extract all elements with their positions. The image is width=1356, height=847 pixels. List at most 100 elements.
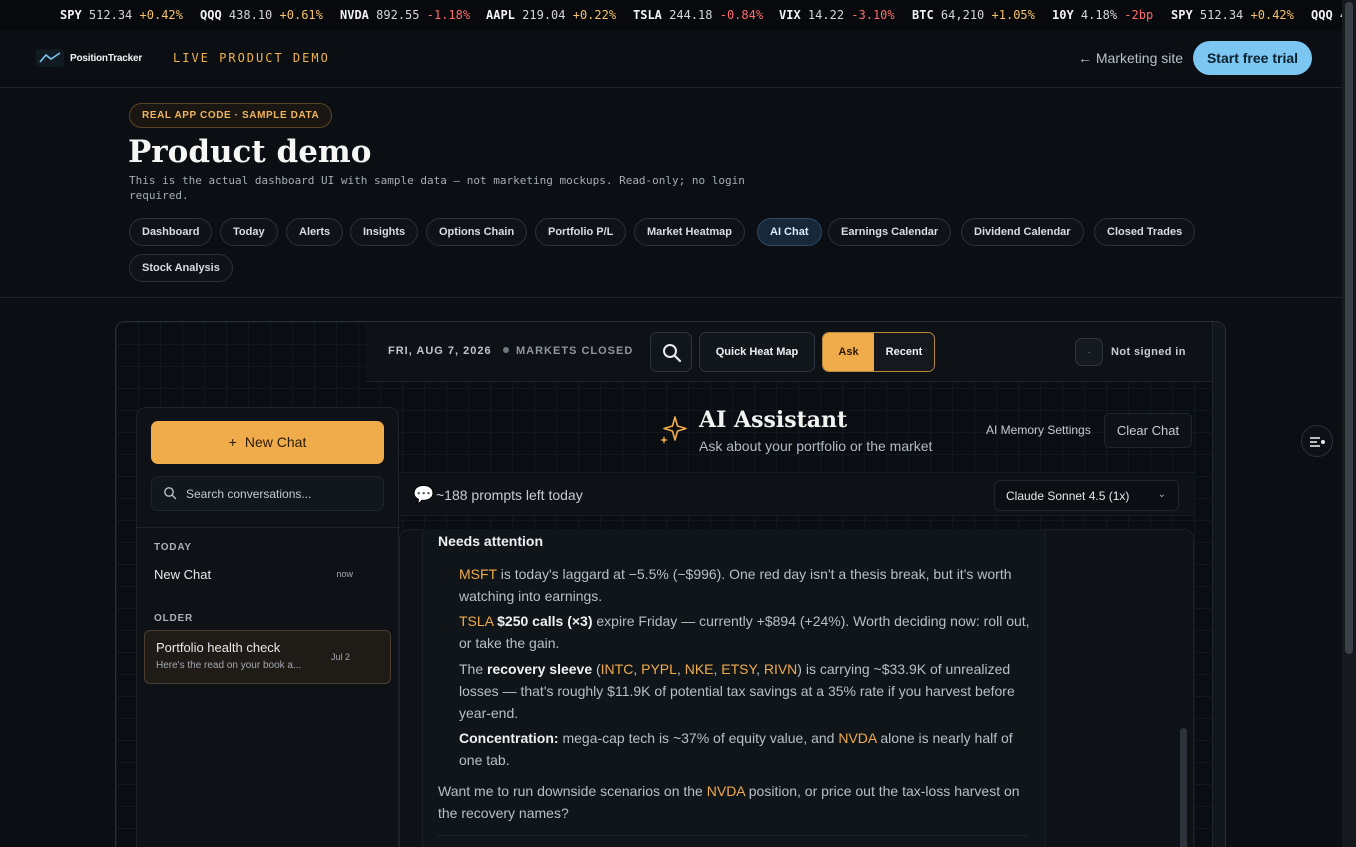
- ask-toggle[interactable]: Ask: [823, 333, 874, 371]
- marketing-site-link[interactable]: ← Marketing site: [1078, 50, 1183, 66]
- search-icon: [164, 487, 177, 500]
- tab-today[interactable]: Today: [220, 218, 278, 246]
- bullet-text: is today's laggard at −5.5% (−$996). One…: [459, 566, 1012, 604]
- ticker-price: 438.10: [228, 8, 273, 22]
- ticker-price: 219.04: [522, 8, 566, 22]
- ticker-price: 14.22: [807, 8, 845, 22]
- ticker-item: SPY 512.34 +0.42%: [60, 0, 183, 30]
- ticker-change: +1.05%: [991, 8, 1035, 22]
- conversation-group-header: TODAY: [154, 542, 192, 553]
- bullet-emphasis: $250 calls (×3): [497, 613, 593, 629]
- assistant-subtitle: Ask about your portfolio or the market: [699, 438, 933, 454]
- ticker-link[interactable]: TSLA: [459, 613, 493, 629]
- ticker-link[interactable]: RIVN: [764, 661, 797, 677]
- ticker-link[interactable]: NKE: [685, 661, 714, 677]
- chat-sidebar: + New Chat Search conversations... TODAY N…: [136, 407, 400, 847]
- ticker-link[interactable]: MSFT: [459, 566, 497, 582]
- divider: [0, 297, 1342, 298]
- divider: [438, 835, 1028, 836]
- tab-market-heatmap[interactable]: Market Heatmap: [634, 218, 745, 246]
- ticker-link[interactable]: INTC: [601, 661, 634, 677]
- ticker-item: TSLA 244.18 -0.84%: [633, 0, 763, 30]
- ticker-link[interactable]: PYPL: [641, 661, 677, 677]
- ticker-link[interactable]: NVDA: [838, 730, 876, 746]
- ticker-symbol: SPY: [60, 8, 82, 22]
- closing-text: Want me to run downside scenarios on the: [438, 783, 703, 799]
- floating-menu-button[interactable]: [1301, 425, 1333, 457]
- frame-scrollbar[interactable]: [1212, 322, 1225, 847]
- new-chat-button[interactable]: + New Chat: [151, 421, 384, 464]
- search-button[interactable]: [650, 332, 692, 372]
- ticker-price: 892.55: [376, 8, 420, 22]
- conversation-time: now: [336, 569, 353, 579]
- ticker-item: AAPL 219.04 +0.22%: [486, 0, 616, 30]
- conversation-item[interactable]: New Chat now: [144, 560, 391, 590]
- ticker-item: SPY 512.34 +0.42%: [1171, 0, 1294, 30]
- ticker-price: 512.34: [1199, 8, 1244, 22]
- page-scrollbar-thumb[interactable]: [1345, 2, 1353, 654]
- tab-options-chain[interactable]: Options Chain: [426, 218, 528, 246]
- plus-icon: +: [228, 434, 237, 450]
- ask-recent-toggle: Ask Recent: [822, 332, 935, 372]
- ticker-change: -3.10%: [851, 8, 895, 22]
- divider: [137, 527, 400, 528]
- quick-heat-map-button[interactable]: Quick Heat Map: [699, 332, 815, 372]
- chevron-down-icon: ⌄: [1157, 489, 1166, 500]
- list-icon: [1310, 437, 1325, 447]
- ticker-item: 10Y 4.18% -2bp: [1052, 0, 1153, 30]
- logo[interactable]: PositionTracker: [36, 49, 142, 67]
- page-scrollbar[interactable]: [1342, 0, 1356, 847]
- conversation-search-input[interactable]: Search conversations...: [151, 476, 384, 511]
- new-chat-label: New Chat: [244, 434, 307, 450]
- tab-closed-trades[interactable]: Closed Trades: [1094, 218, 1196, 246]
- ticker-symbol: BTC: [912, 8, 934, 22]
- ticker-change: +0.42%: [1250, 8, 1294, 22]
- assistant-title: AI Assistant: [699, 407, 848, 433]
- tab-dividend-calendar[interactable]: Dividend Calendar: [961, 218, 1084, 246]
- ticker-change: -0.84%: [719, 8, 764, 22]
- logo-chart-icon: [36, 49, 64, 67]
- message-bullet: TSLA $250 calls (×3) expire Friday — cur…: [459, 610, 1039, 654]
- ticker-change: +0.22%: [572, 8, 617, 22]
- conversation-title: Portfolio health check: [156, 640, 281, 655]
- ticker-symbol: AAPL: [486, 8, 515, 22]
- market-ticker: SPY 512.34 +0.42% QQQ 438.10 +0.61% NVDA 8…: [0, 0, 1342, 30]
- conversation-group-header: OLDER: [154, 613, 193, 624]
- speech-bubble-icon: 💬: [413, 485, 435, 504]
- conversation-time: Jul 2: [330, 652, 350, 662]
- app-topbar: FRI, AUG 7, 2026 MARKETS CLOSED Quick He…: [366, 322, 1212, 382]
- ticker-item: NVDA 892.55 -1.18%: [340, 0, 470, 30]
- conversation-item[interactable]: Portfolio health check Here's the read on…: [144, 630, 391, 684]
- ticker-change: -2bp: [1124, 8, 1154, 22]
- status-dot-icon: [503, 347, 509, 353]
- signin-status: Not signed in: [1111, 346, 1186, 358]
- message-bullet: MSFT is today's laggard at −5.5% (−$996)…: [459, 563, 1039, 607]
- search-icon: [663, 344, 682, 363]
- logo-text: PositionTracker: [70, 52, 143, 64]
- message-scrollbar[interactable]: [1180, 728, 1187, 847]
- tab-ai-chat[interactable]: AI Chat: [757, 218, 822, 246]
- model-select[interactable]: Claude Sonnet 4.5 (1x) ⌄: [994, 480, 1179, 511]
- ticker-price: 4.18%: [1080, 8, 1118, 22]
- tab-portfolio-p-l[interactable]: Portfolio P/L: [535, 218, 627, 246]
- ai-memory-settings-link[interactable]: AI Memory Settings: [986, 423, 1091, 437]
- model-select-value: Claude Sonnet 4.5 (1x): [1006, 489, 1130, 503]
- live-demo-label: LIVE PRODUCT DEMO: [173, 51, 330, 65]
- ticker-link[interactable]: NVDA: [707, 783, 745, 799]
- sparkle-icon: [660, 416, 687, 444]
- recent-toggle[interactable]: Recent: [874, 333, 934, 371]
- ticker-item: QQQ 438.10 +0.61%: [200, 0, 323, 30]
- tab-alerts[interactable]: Alerts: [286, 218, 344, 246]
- message-closing: Want me to run downside scenarios on the…: [438, 780, 1038, 824]
- ticker-link[interactable]: ETSY: [721, 661, 756, 677]
- ticker-item: BTC 64,210 +1.05%: [912, 0, 1035, 30]
- tab-earnings-calendar[interactable]: Earnings Calendar: [828, 218, 952, 246]
- tab-insights[interactable]: Insights: [350, 218, 419, 246]
- clear-chat-button[interactable]: Clear Chat: [1104, 413, 1192, 448]
- user-avatar[interactable]: ·: [1075, 338, 1103, 366]
- tab-dashboard[interactable]: Dashboard: [129, 218, 213, 246]
- start-trial-button[interactable]: Start free trial: [1193, 41, 1312, 75]
- prompts-left: ~188 prompts left today: [436, 487, 583, 503]
- tab-stock-analysis[interactable]: Stock Analysis: [129, 254, 233, 282]
- ticker-price: 64,210: [940, 8, 985, 22]
